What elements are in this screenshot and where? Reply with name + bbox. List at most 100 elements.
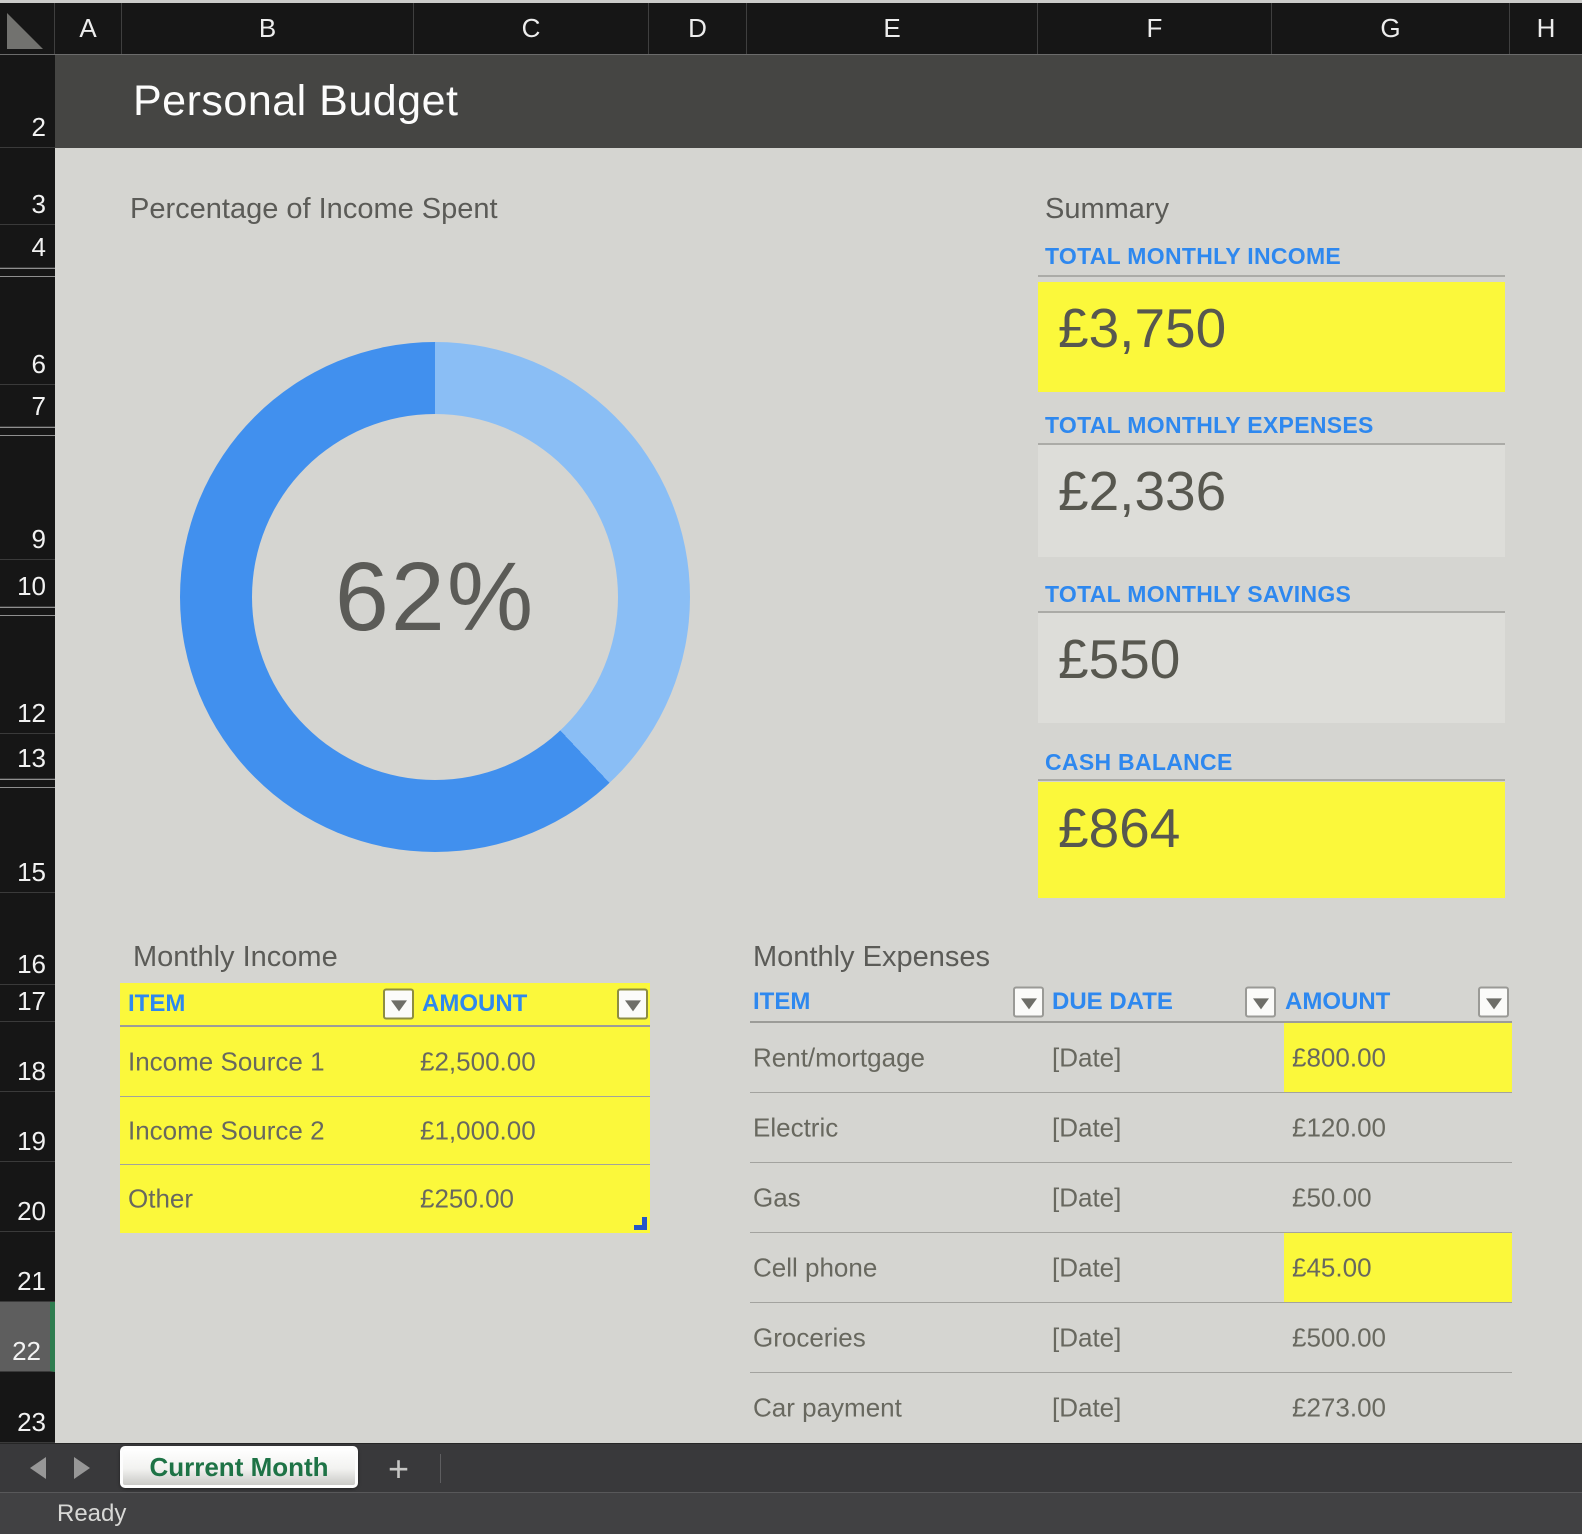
expense-due-cell[interactable]: [Date] [1052,1252,1121,1283]
row-header-23[interactable]: 23 [0,1372,55,1443]
expense-row[interactable]: Gas [Date] £50.00 [750,1163,1512,1233]
income-header-amount[interactable]: AMOUNT [422,990,527,1018]
expenses-amount-filter-dropdown-icon[interactable] [1478,987,1509,1018]
expense-row[interactable]: Electric [Date] £120.00 [750,1093,1512,1163]
row-header-19[interactable]: 19 [0,1092,55,1162]
column-header-b[interactable]: B [122,3,414,54]
column-header-e[interactable]: E [747,3,1038,54]
row-header-4[interactable]: 4 [0,225,55,268]
row-header-22-selected[interactable]: 22 [0,1302,55,1372]
column-header-f[interactable]: F [1038,3,1272,54]
income-item-cell[interactable]: Income Source 1 [128,1046,325,1077]
page-title: Personal Budget [133,77,458,126]
donut-chart[interactable]: 62% [180,342,690,852]
expense-amount-cell[interactable]: £50.00 [1284,1163,1512,1232]
row-header-7[interactable]: 7 [0,385,55,427]
tab-scroll-left-icon[interactable] [30,1457,46,1479]
row-header-18[interactable]: 18 [0,1022,55,1092]
row-header-21[interactable]: 21 [0,1232,55,1302]
expense-due-cell[interactable]: [Date] [1052,1042,1121,1073]
expenses-item-filter-dropdown-icon[interactable] [1013,987,1044,1018]
table-resize-handle-icon[interactable] [634,1217,647,1230]
hidden-row-8-divider [0,427,55,436]
expense-row[interactable]: Groceries [Date] £500.00 [750,1303,1512,1373]
income-table-header: ITEM AMOUNT [120,983,650,1027]
income-header-item[interactable]: ITEM [128,990,185,1018]
expense-amount-text: £50.00 [1292,1182,1372,1213]
expense-item-cell[interactable]: Cell phone [753,1252,877,1283]
expense-amount-text: £45.00 [1292,1252,1372,1283]
column-header-a[interactable]: A [55,3,122,54]
sheet-tab-current-month[interactable]: Current Month [120,1446,358,1488]
income-row[interactable]: Income Source 2 £1,000.00 [120,1097,650,1165]
expense-amount-cell[interactable]: £273.00 [1284,1373,1512,1443]
summary-title: Summary [1045,193,1169,226]
income-item-cell[interactable]: Income Source 2 [128,1115,325,1146]
expense-due-cell[interactable]: [Date] [1052,1112,1121,1143]
summary-value-box-expenses[interactable]: £2,336 [1038,445,1505,557]
income-amount-filter-dropdown-icon[interactable] [617,989,648,1020]
expense-amount-text: £500.00 [1292,1322,1386,1353]
row-header-3[interactable]: 3 [0,148,55,225]
summary-value-box-cash[interactable]: £864 [1038,782,1505,898]
expenses-table: ITEM DUE DATE AMOUNT Rent/mortgage [Date… [750,983,1512,1443]
summary-panel: Summary TOTAL MONTHLY INCOME £3,750 TOTA… [1038,55,1505,955]
expense-item-cell[interactable]: Car payment [753,1393,902,1424]
expense-due-cell[interactable]: [Date] [1052,1182,1121,1213]
summary-value-box-income[interactable]: £3,750 [1038,282,1505,392]
expense-due-cell[interactable]: [Date] [1052,1393,1121,1424]
income-amount-cell[interactable]: £250.00 [420,1184,514,1215]
row-header-20[interactable]: 20 [0,1162,55,1232]
expenses-header-amount[interactable]: AMOUNT [1285,988,1390,1016]
row-header-10[interactable]: 10 [0,560,55,607]
row-header-13[interactable]: 13 [0,734,55,779]
income-amount-cell[interactable]: £2,500.00 [420,1046,536,1077]
select-all-corner[interactable] [0,3,55,54]
expenses-table-header: ITEM DUE DATE AMOUNT [750,983,1512,1023]
expense-amount-cell[interactable]: £120.00 [1284,1093,1512,1162]
tab-scroll-right-icon[interactable] [74,1457,90,1479]
expenses-duedate-filter-dropdown-icon[interactable] [1245,987,1276,1018]
add-sheet-button[interactable]: + [388,1444,409,1493]
expense-item-cell[interactable]: Groceries [753,1322,866,1353]
income-item-filter-dropdown-icon[interactable] [383,989,414,1020]
expense-row[interactable]: Cell phone [Date] £45.00 [750,1233,1512,1303]
row-header-12[interactable]: 12 [0,616,55,734]
income-row[interactable]: Income Source 1 £2,500.00 [120,1027,650,1097]
summary-label-savings: TOTAL MONTHLY SAVINGS [1045,581,1351,608]
summary-divider [1038,779,1505,781]
select-all-triangle-icon [7,13,43,49]
row-header-16[interactable]: 16 [0,893,55,985]
income-item-cell[interactable]: Other [128,1184,193,1215]
expense-item-cell[interactable]: Electric [753,1112,838,1143]
column-header-c[interactable]: C [414,3,649,54]
column-header-h[interactable]: H [1510,3,1582,54]
tab-bar-divider [440,1454,441,1483]
summary-label-cash: CASH BALANCE [1045,749,1233,776]
expenses-header-duedate[interactable]: DUE DATE [1052,988,1173,1016]
row-header-15[interactable]: 15 [0,788,55,893]
expense-item-cell[interactable]: Gas [753,1182,801,1213]
expense-amount-cell[interactable]: £500.00 [1284,1303,1512,1372]
expense-row[interactable]: Rent/mortgage [Date] £800.00 [750,1023,1512,1093]
row-header-17[interactable]: 17 [0,985,55,1022]
column-header-g[interactable]: G [1272,3,1510,54]
summary-value-cash: £864 [1058,796,1505,860]
expenses-header-item[interactable]: ITEM [753,988,810,1016]
column-header-strip: A B C D E F G H [0,0,1582,55]
row-header-2[interactable]: 2 [0,55,55,148]
row-header-6[interactable]: 6 [0,277,55,385]
expense-row[interactable]: Car payment [Date] £273.00 [750,1373,1512,1443]
income-table-title: Monthly Income [133,941,338,974]
summary-value-box-savings[interactable]: £550 [1038,613,1505,723]
income-amount-cell[interactable]: £1,000.00 [420,1115,536,1146]
chart-title: Percentage of Income Spent [130,193,498,226]
expense-amount-text: £120.00 [1292,1112,1386,1143]
expense-due-cell[interactable]: [Date] [1052,1322,1121,1353]
expense-amount-cell[interactable]: £800.00 [1284,1023,1512,1092]
expense-item-cell[interactable]: Rent/mortgage [753,1042,925,1073]
expense-amount-cell[interactable]: £45.00 [1284,1233,1512,1302]
column-header-d[interactable]: D [649,3,747,54]
income-row[interactable]: Other £250.00 [120,1165,650,1233]
row-header-9[interactable]: 9 [0,436,55,560]
